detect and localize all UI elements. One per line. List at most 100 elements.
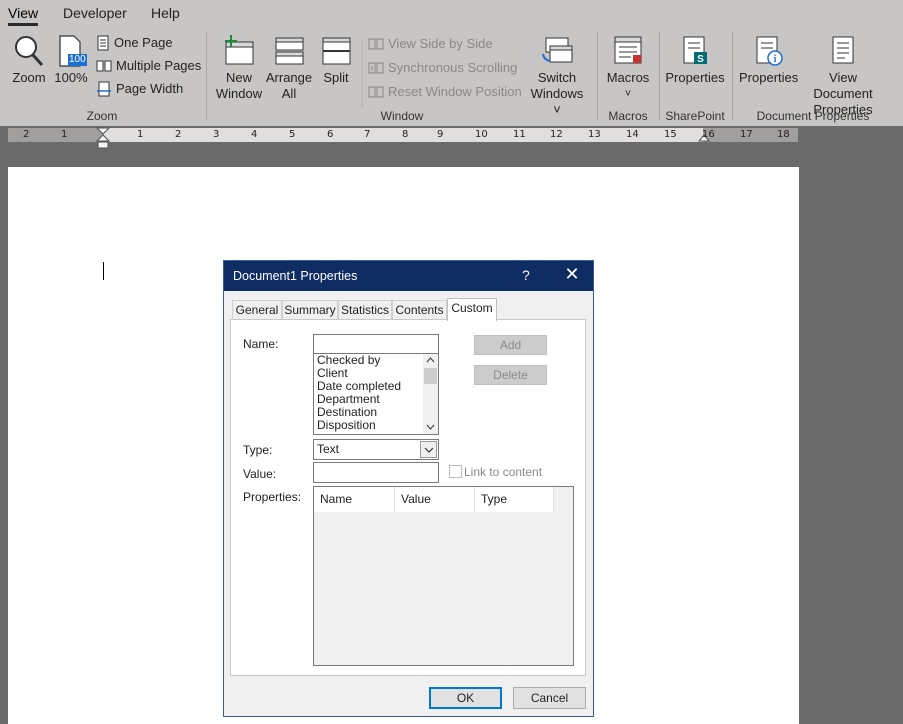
doc-properties-label: Properties [739, 70, 799, 85]
link-to-content-label: Link to content [464, 465, 543, 479]
side-by-side-label: View Side by Side [388, 36, 493, 51]
ruler-label: 14 [626, 129, 639, 140]
view-document-properties-button[interactable]: View Document Properties [798, 34, 888, 118]
page-width-button[interactable]: Page Width [96, 79, 183, 99]
zoom-100-label: 100% [54, 70, 88, 85]
view-side-by-side-button[interactable]: View Side by Side [368, 34, 493, 54]
sharepoint-properties-icon: S [683, 36, 707, 65]
sharepoint-properties-button[interactable]: S Properties [664, 34, 726, 86]
page-100-icon: 100 [56, 34, 87, 68]
document-properties-button[interactable]: i Properties [739, 34, 799, 86]
arrange-all-button[interactable]: Arrange All [265, 34, 313, 102]
sync-scroll-icon [368, 62, 384, 74]
ribbon-tab-bar: View Developer Help [0, 0, 903, 26]
zoom-group-label: Zoom [86, 109, 118, 123]
dialog-title-bar[interactable]: Document1 Properties ? ✕ [224, 261, 593, 291]
new-window-icon [225, 35, 254, 65]
column-header-value[interactable]: Value [395, 487, 475, 512]
macros-button[interactable]: Macros ˅ [604, 34, 652, 102]
ruler-label: 17 [740, 129, 753, 140]
reset-window-position-button[interactable]: Reset Window Position [368, 82, 522, 102]
ribbon-separator [732, 32, 733, 120]
tab-custom[interactable]: Custom [447, 298, 497, 321]
tab-general[interactable]: General [232, 300, 282, 320]
one-page-icon [97, 35, 109, 51]
one-page-button[interactable]: One Page [96, 33, 173, 53]
tab-statistics[interactable]: Statistics [338, 300, 392, 320]
name-label: Name: [243, 337, 279, 351]
list-scrollbar[interactable] [423, 354, 438, 434]
scroll-up-icon[interactable] [426, 357, 435, 363]
split-button[interactable]: Split [316, 34, 356, 86]
page-width-icon [97, 81, 111, 97]
list-item[interactable]: Disposition [314, 419, 438, 432]
name-list[interactable]: Checked by Client Date completed Departm… [313, 353, 439, 435]
properties-table-header: Name Value Type [314, 487, 554, 512]
switch-label-2: Windows ˅ [530, 86, 584, 117]
column-header-type[interactable]: Type [475, 487, 554, 512]
svg-text:i: i [774, 54, 777, 65]
macros-chevron-icon: ˅ [624, 88, 632, 100]
type-label: Type: [243, 443, 273, 457]
macros-icon [614, 36, 642, 64]
switch-windows-button[interactable]: Switch Windows ˅ [528, 34, 586, 118]
delete-button[interactable]: Delete [474, 365, 547, 385]
synchronous-scrolling-button[interactable]: Synchronous Scrolling [368, 58, 517, 78]
ruler-label: 1 [61, 129, 68, 140]
chevron-down-icon[interactable] [420, 441, 437, 458]
link-to-content-checkbox[interactable] [449, 465, 462, 478]
tab-view[interactable]: View [8, 5, 39, 26]
ribbon: Zoom 100 100% One Page Multiple Pages Pa… [0, 26, 903, 126]
zoom-button[interactable]: Zoom [8, 34, 50, 86]
tab-summary[interactable]: Summary [282, 300, 338, 320]
one-page-label: One Page [114, 35, 173, 50]
add-button[interactable]: Add [474, 335, 547, 355]
properties-info-icon: i [756, 36, 783, 66]
dialog-title: Document1 Properties [233, 269, 358, 283]
ruler-label: 2 [175, 129, 182, 140]
name-input[interactable] [313, 334, 439, 355]
side-by-side-icon [368, 38, 384, 50]
tab-contents[interactable]: Contents [392, 300, 447, 320]
ruler-label: 4 [251, 129, 258, 140]
zoom-100-button[interactable]: 100 100% [52, 34, 90, 86]
scroll-down-icon[interactable] [426, 424, 435, 430]
cancel-button[interactable]: Cancel [513, 687, 586, 709]
ribbon-separator [597, 32, 598, 120]
ruler-label: 16 [702, 129, 715, 140]
ruler-label: 8 [402, 129, 409, 140]
new-window-button[interactable]: New Window [213, 34, 265, 102]
arrange-all-icon [275, 37, 304, 65]
help-icon[interactable]: ? [522, 267, 530, 283]
ruler-label: 11 [513, 129, 526, 140]
ruler-label: 3 [213, 129, 220, 140]
window-inner-separator [362, 38, 363, 108]
ruler-label: 18 [777, 129, 790, 140]
properties-label: Properties: [243, 490, 302, 504]
ok-button[interactable]: OK [429, 687, 502, 709]
type-select[interactable]: Text [313, 439, 439, 460]
sharepoint-properties-label: Properties [665, 70, 725, 85]
close-icon[interactable]: ✕ [562, 264, 582, 285]
ribbon-separator [206, 32, 207, 120]
reset-position-label: Reset Window Position [388, 84, 522, 99]
multiple-pages-icon [96, 60, 112, 72]
ruler-label: 10 [475, 129, 488, 140]
ruler-label: 1 [137, 129, 144, 140]
type-select-value: Text [317, 442, 340, 456]
indent-marker-icon[interactable] [96, 127, 110, 149]
split-label: Split [323, 70, 349, 85]
scroll-thumb[interactable] [424, 368, 437, 384]
tab-help[interactable]: Help [151, 5, 180, 26]
column-header-name[interactable]: Name [314, 487, 395, 512]
svg-text:S: S [697, 54, 704, 65]
ruler-label: 7 [364, 129, 371, 140]
value-input[interactable] [313, 462, 439, 483]
window-group-label: Window [380, 109, 424, 123]
ruler-label: 9 [437, 129, 444, 140]
properties-table[interactable]: Name Value Type [313, 486, 574, 666]
switch-label-1: Switch [537, 70, 577, 85]
page-width-label: Page Width [116, 81, 184, 96]
tab-developer[interactable]: Developer [63, 5, 127, 26]
multiple-pages-button[interactable]: Multiple Pages [96, 56, 201, 76]
